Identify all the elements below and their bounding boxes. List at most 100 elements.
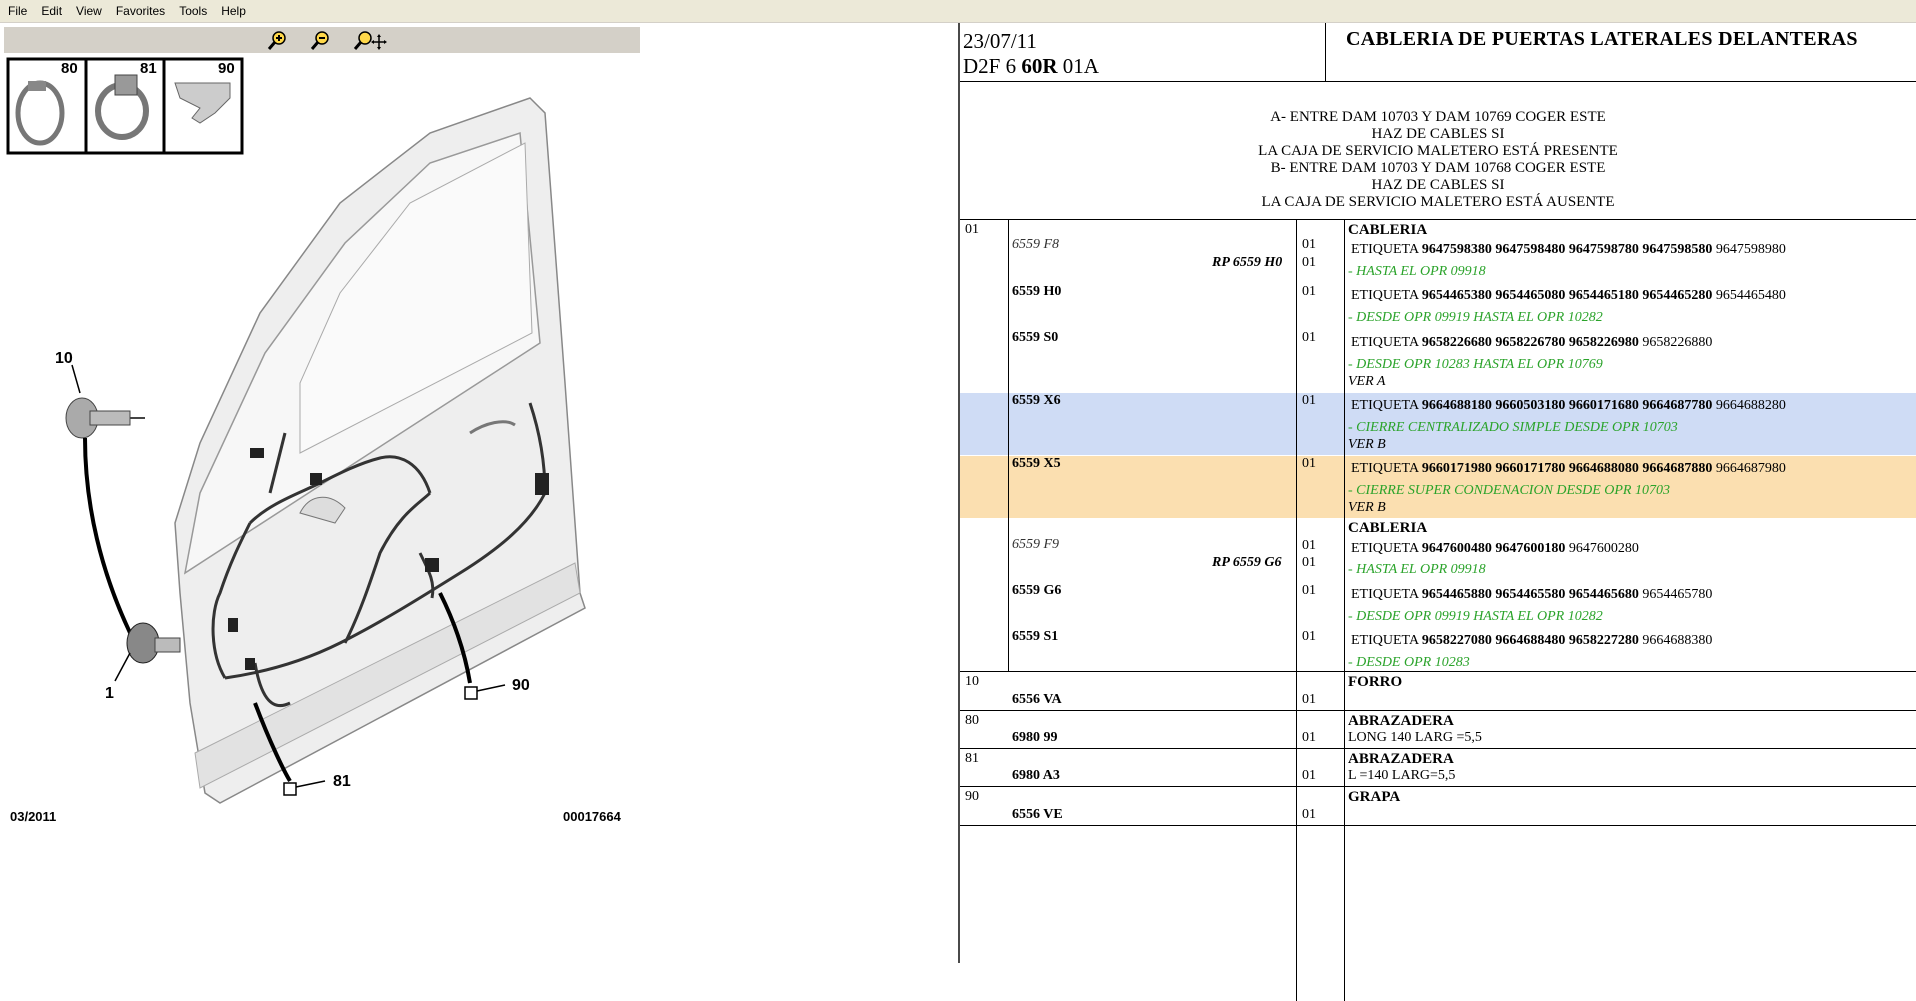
note-line: A- ENTRE DAM 10703 Y DAM 10769 COGER EST… [1270, 109, 1606, 125]
diagram-pane: 80 81 90 10 1 90 81 03/2011 00017664 [0, 23, 958, 976]
qty: 01 [1302, 629, 1316, 644]
opr-note: - HASTA EL OPR 09918 [1348, 562, 1486, 577]
diagram-toolbar [4, 27, 640, 53]
label-bold-codes: 9654465380 9654465080 9654465180 9654465… [1421, 288, 1713, 303]
zoom-pan-icon[interactable] [352, 30, 388, 52]
part-ref[interactable]: 6556 VE [1012, 807, 1063, 823]
note-line: HAZ DE CABLES SI [1371, 126, 1505, 142]
item-number: 10 [965, 674, 979, 689]
callout-1: 1 [105, 685, 114, 702]
label-line: ETIQUETA 9647598380 9647598480 964759878… [1351, 242, 1786, 258]
part-ref[interactable]: 6559 S0 [1012, 330, 1058, 346]
diagram-reference: 00017664 [563, 809, 622, 824]
qty: 01 [1302, 330, 1316, 345]
label-codes: 9654465780 [1638, 587, 1713, 602]
opr-note: - CIERRE CENTRALIZADO SIMPLE DESDE OPR 1… [1348, 420, 1678, 435]
item-title: ABRAZADERA [1348, 751, 1454, 767]
part-ref[interactable]: 6980 99 [1012, 730, 1058, 746]
qty: 01 [1302, 237, 1316, 252]
header-code-prefix: D2F 6 [963, 54, 1022, 78]
qty: 01 [1302, 692, 1316, 707]
label-prefix: ETIQUETA [1351, 288, 1422, 303]
header-code-bold: 60R [1021, 54, 1058, 78]
diagram-date: 03/2011 [10, 809, 56, 824]
label-codes: 9654465480 [1712, 288, 1786, 303]
header-code-suffix: 01A [1057, 54, 1099, 78]
label-bold-codes: 9660171980 9660171780 9664688080 9664687… [1421, 461, 1713, 476]
header-code: D2F 6 60R 01A [963, 54, 1099, 79]
label-codes: 9664688380 [1638, 633, 1713, 648]
label-prefix: ETIQUETA [1351, 541, 1422, 556]
menu-help[interactable]: Help [213, 0, 252, 18]
part-ref[interactable]: 6559 S1 [1012, 629, 1058, 645]
item-number: 01 [965, 222, 979, 237]
label-prefix: ETIQUETA [1351, 633, 1422, 648]
label-line: ETIQUETA 9658227080 9664688480 965822728… [1351, 633, 1712, 649]
label-line: ETIQUETA 9654465380 9654465080 965446518… [1351, 288, 1786, 304]
menu-tools[interactable]: Tools [171, 0, 213, 18]
item-number: 81 [965, 751, 979, 766]
label-prefix: ETIQUETA [1351, 587, 1422, 602]
item-description: L =140 LARG=5,5 [1348, 768, 1456, 783]
qty: 01 [1302, 768, 1316, 783]
menu-favorites[interactable]: Favorites [108, 0, 171, 18]
label-bold-codes: 9658226680 9658226780 9658226980 [1421, 335, 1639, 350]
part-ref[interactable]: 6559 X6 [1012, 393, 1061, 409]
menu-file[interactable]: File [0, 0, 33, 18]
item-number: 80 [965, 713, 979, 728]
callout-81: 81 [333, 773, 351, 790]
qty: 01 [1302, 255, 1316, 270]
label-bold-codes: 9664688180 9660503180 9660171680 9664687… [1421, 398, 1713, 413]
opr-note: - DESDE OPR 09919 HASTA EL OPR 10282 [1348, 609, 1603, 624]
grommet-1 [126, 622, 181, 664]
label-codes: 9664688280 [1712, 398, 1786, 413]
menu-bar: File Edit View Favorites Tools Help [0, 0, 1916, 23]
qty: 01 [1302, 555, 1316, 570]
item-title: GRAPA [1348, 789, 1401, 805]
label-codes: 9647598980 [1712, 242, 1786, 257]
label-codes: 9664687980 [1712, 461, 1786, 476]
label-prefix: ETIQUETA [1351, 335, 1422, 350]
label-bold-codes: 9658227080 9664688480 9658227280 [1421, 633, 1639, 648]
qty: 01 [1302, 807, 1316, 822]
opr-note: - HASTA EL OPR 09918 [1348, 264, 1486, 279]
opr-note: - DESDE OPR 10283 [1348, 655, 1470, 670]
item-title: CABLERIA [1348, 520, 1428, 536]
see-note: VER B [1348, 500, 1386, 515]
qty: 01 [1302, 284, 1316, 299]
note-line: HAZ DE CABLES SI [1371, 177, 1505, 193]
grommet-10 [65, 397, 145, 439]
part-ref[interactable]: 6559 F8 [1012, 237, 1059, 253]
part-ref[interactable]: 6559 G6 [1012, 583, 1061, 599]
part-ref[interactable]: 6559 H0 [1012, 284, 1061, 300]
see-note: VER B [1348, 437, 1386, 452]
see-note: VER A [1348, 374, 1386, 389]
door-wiring-diagram: 80 81 90 10 1 90 81 03/2011 00017664 [6, 57, 622, 824]
item-title: ABRAZADERA [1348, 713, 1454, 729]
part-ref[interactable]: 6559 X5 [1012, 456, 1061, 472]
label-line: ETIQUETA 9664688180 9660503180 966017168… [1351, 398, 1786, 414]
door-panel [174, 97, 586, 804]
replacement-ref: RP 6559 G6 [1212, 555, 1282, 570]
menu-edit[interactable]: Edit [33, 0, 68, 18]
label-codes: 9647600280 [1565, 541, 1639, 556]
label-bold-codes: 9647600480 9647600180 [1421, 541, 1566, 556]
opr-note: - DESDE OPR 09919 HASTA EL OPR 10282 [1348, 310, 1603, 325]
part-ref[interactable]: 6556 VA [1012, 692, 1062, 708]
callout-90: 90 [512, 677, 530, 694]
label-line: ETIQUETA 9647600480 9647600180 964760028… [1351, 541, 1639, 557]
zoom-in-icon[interactable] [266, 30, 288, 52]
inset-label-81: 81 [140, 60, 157, 77]
label-line: ETIQUETA 9660171980 9660171780 966468808… [1351, 461, 1786, 477]
label-bold-codes: 9647598380 9647598480 9647598780 9647598… [1421, 242, 1713, 257]
qty: 01 [1302, 730, 1316, 745]
menu-view[interactable]: View [68, 0, 108, 18]
label-prefix: ETIQUETA [1351, 242, 1422, 257]
label-prefix: ETIQUETA [1351, 398, 1422, 413]
replacement-ref: RP 6559 H0 [1212, 255, 1283, 270]
part-ref[interactable]: 6559 F9 [1012, 537, 1059, 553]
part-ref[interactable]: 6980 A3 [1012, 768, 1060, 784]
page-title: CABLERIA DE PUERTAS LATERALES DELANTERAS [1346, 28, 1858, 50]
zoom-out-icon[interactable] [309, 30, 331, 52]
item-title: CABLERIA [1348, 222, 1428, 238]
